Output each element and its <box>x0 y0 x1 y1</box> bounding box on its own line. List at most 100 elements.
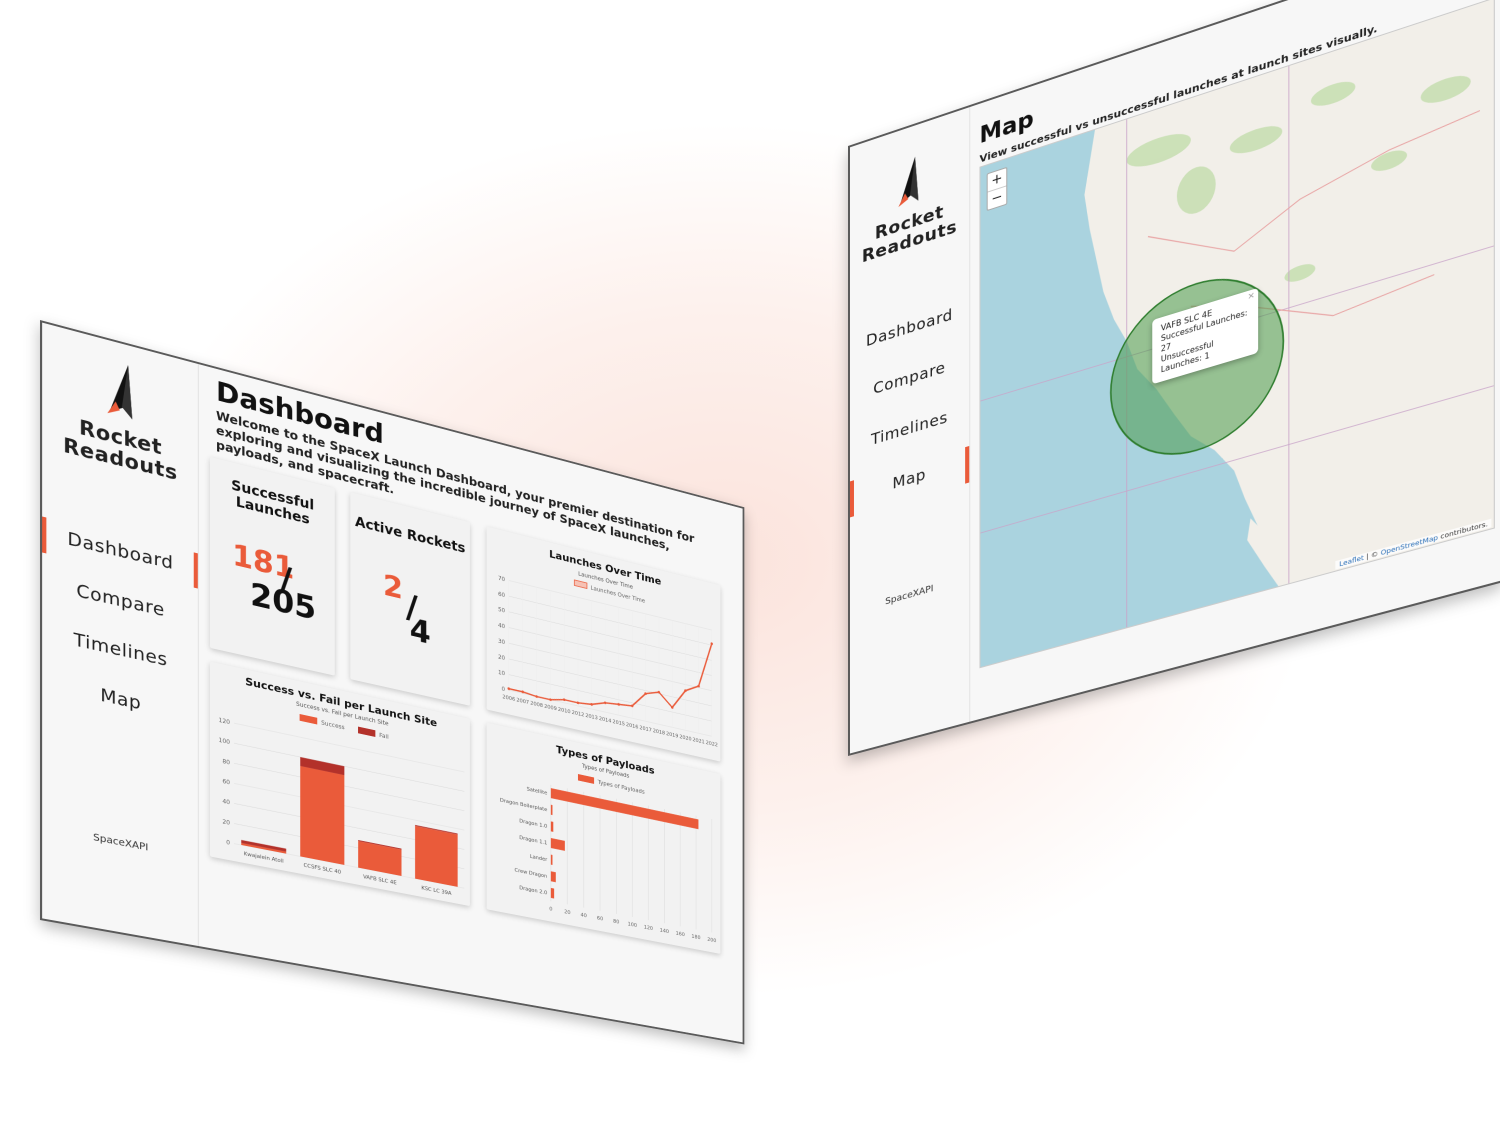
brand-logo[interactable]: Rocket Readouts <box>850 136 969 272</box>
y-tick-label: Dragon 1.1 <box>519 835 547 846</box>
total-rockets-value: 4 <box>409 611 431 652</box>
data-point <box>507 687 511 691</box>
x-tick-label: 2009 <box>544 704 557 713</box>
y-tick-label: 0 <box>226 839 230 847</box>
x-tick-label: Kwajalein Atoll <box>244 851 284 865</box>
series-line <box>509 595 712 737</box>
x-tick-label: VAFB SLC 4E <box>363 874 397 886</box>
y-tick-label: 70 <box>498 575 505 583</box>
nav-compare[interactable]: Compare <box>850 351 969 406</box>
y-tick-label: Dragon 1.0 <box>519 819 547 830</box>
gridline <box>509 612 712 661</box>
y-tick-label: 40 <box>498 622 505 630</box>
total-launches-value: 205 <box>250 575 317 628</box>
gridline <box>234 743 464 791</box>
bar <box>550 887 555 899</box>
nav-timelines[interactable]: Timelines <box>850 401 969 455</box>
footer-source[interactable]: SpaceXAPI <box>42 822 198 863</box>
bar <box>550 804 553 816</box>
y-tick-label: Lander <box>530 854 548 863</box>
rocket-icon <box>898 155 919 208</box>
x-tick-label: 2022 <box>706 740 718 748</box>
map-view[interactable]: + − × VAFB SLC 4E Successful Launches: 2… <box>979 0 1495 669</box>
x-tick-label: 2016 <box>626 722 639 730</box>
brand-logo[interactable]: Rocket Readouts <box>42 341 198 489</box>
x-tick-label: 2014 <box>599 716 612 724</box>
data-point <box>549 698 552 702</box>
successful-launches-card: Successful Launches 181 / 205 <box>209 456 335 676</box>
legend-swatch-fail <box>358 726 376 737</box>
footer-source[interactable]: SpaceXAPI <box>850 574 969 618</box>
active-rockets-value: 2 <box>383 568 403 607</box>
gridline <box>509 659 712 706</box>
y-tick-label: Crew Dragon <box>515 868 548 880</box>
bar-success <box>358 841 402 877</box>
x-tick-label: 140 <box>660 928 670 935</box>
active-rockets-title: Active Rockets <box>355 514 466 557</box>
x-tick-label: CCSFS SLC 40 <box>304 863 342 876</box>
y-tick-label: 120 <box>219 717 231 726</box>
nav-dashboard[interactable]: Dashboard <box>850 300 969 355</box>
x-tick-label: 2013 <box>585 713 598 721</box>
y-tick-label: 60 <box>498 591 505 599</box>
stacked-bar-chart: Success vs. Fail per Launch SiteSuccessF… <box>219 701 470 897</box>
x-tick-label: 2006 <box>502 694 515 703</box>
nav-map[interactable]: Map <box>42 672 198 726</box>
data-point <box>576 701 580 705</box>
dashboard-window: Rocket Readouts Dashboard Compare Timeli… <box>40 320 745 1045</box>
x-tick-label: 2020 <box>679 734 692 742</box>
sidebar: Rocket Readouts Dashboard Compare Timeli… <box>849 106 971 754</box>
legend-label: Launches Over Time <box>591 585 646 605</box>
bar <box>550 871 556 883</box>
x-tick-label: 2019 <box>666 731 679 739</box>
y-tick-label: 50 <box>498 606 505 614</box>
main-content: Map View successful vs unsuccessful laun… <box>969 0 1500 722</box>
x-tick-label: 200 <box>707 937 716 944</box>
x-tick-label: 180 <box>692 934 702 941</box>
data-point <box>590 702 593 706</box>
x-tick-label: 2017 <box>639 725 651 733</box>
line-chart: Launches Over TimeLaunches Over Time0102… <box>498 571 718 749</box>
bar-success <box>300 765 345 865</box>
x-tick-label: 120 <box>644 925 654 932</box>
y-tick-label: Dragon Boilerplate <box>500 798 548 814</box>
y-tick-label: 80 <box>222 758 230 766</box>
popup-close-button[interactable]: × <box>1248 290 1255 303</box>
y-tick-label: 20 <box>498 654 505 662</box>
legend-swatch <box>577 774 595 784</box>
legend-swatch-success <box>299 713 318 725</box>
nav-map[interactable]: Map <box>850 452 969 505</box>
bar-success <box>415 825 458 887</box>
nav-compare[interactable]: Compare <box>42 572 198 628</box>
legend-label-success: Success <box>321 720 344 732</box>
x-tick-label: KSC LC 39A <box>421 885 451 897</box>
sidebar: Rocket Readouts Dashboard Compare Timeli… <box>42 322 199 947</box>
gridline <box>509 628 712 676</box>
x-tick-label: 2021 <box>693 737 705 745</box>
data-point <box>617 702 620 706</box>
legend-label: Types of Payloads <box>597 779 645 796</box>
y-tick-label: 0 <box>502 686 506 693</box>
gridline <box>234 763 464 810</box>
gridline <box>234 723 464 772</box>
x-tick-label: 20 <box>564 909 571 916</box>
bar <box>550 838 565 851</box>
data-point <box>535 694 538 699</box>
x-tick-label: 2010 <box>558 707 571 716</box>
bar <box>550 821 554 832</box>
x-tick-label: 2018 <box>653 728 666 736</box>
y-tick-label: 30 <box>498 638 505 646</box>
data-point <box>603 701 607 705</box>
y-tick-label: 60 <box>222 778 230 786</box>
y-tick-label: 40 <box>222 798 230 806</box>
x-tick-label: 0 <box>549 906 553 912</box>
x-tick-label: 40 <box>581 912 588 919</box>
nav-timelines[interactable]: Timelines <box>42 622 198 677</box>
y-tick-label: 100 <box>219 737 231 746</box>
rocket-icon <box>107 360 133 420</box>
nav-dashboard[interactable]: Dashboard <box>42 523 198 580</box>
x-tick-label: 160 <box>676 931 686 938</box>
payload-types-card: Types of Payloads Types of Payloads Types… <box>486 722 721 954</box>
main-content: Dashboard Welcome to the SpaceX Launch D… <box>206 366 743 1042</box>
y-tick-label: Satellite <box>527 787 548 797</box>
